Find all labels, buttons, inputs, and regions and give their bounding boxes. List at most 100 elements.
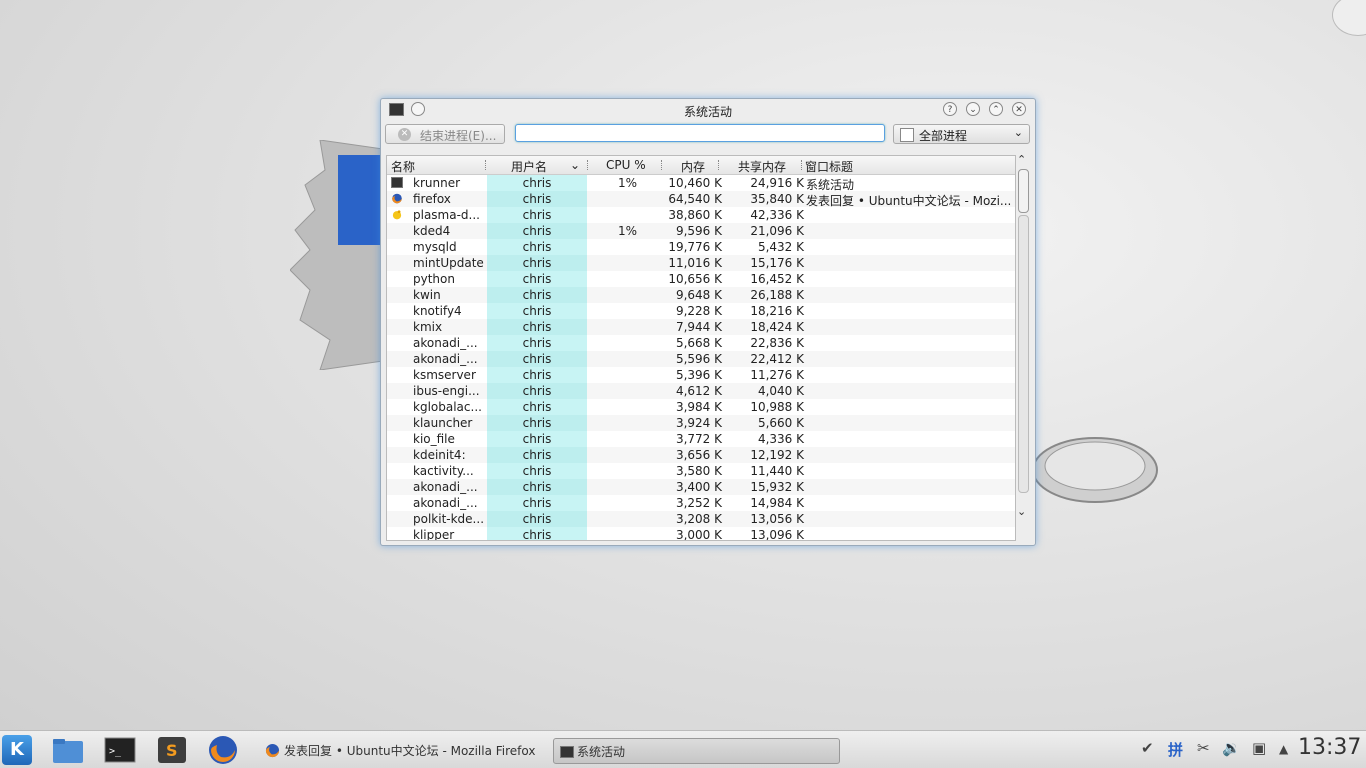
column-separator[interactable]: [718, 160, 720, 170]
process-memory: 9,228 K: [675, 304, 722, 318]
help-button[interactable]: ?: [943, 102, 957, 116]
scroll-up-icon[interactable]: ⌃: [1017, 153, 1026, 166]
volume-icon[interactable]: 🔉: [1222, 739, 1241, 757]
taskbar: K >_ S 发表回复 • Ubuntu中文论坛 - Mozilla Firef…: [0, 730, 1366, 768]
process-name: polkit-kde...: [413, 512, 485, 526]
column-separator[interactable]: [661, 160, 663, 170]
process-user: chris: [487, 207, 587, 223]
scissors-icon[interactable]: ✂: [1197, 739, 1210, 757]
chevron-up-icon[interactable]: ▲: [1279, 742, 1288, 756]
process-name: ibus-engi...: [413, 384, 480, 398]
process-memory: 3,772 K: [675, 432, 722, 446]
process-shared-memory: 5,660 K: [757, 416, 804, 430]
table-row[interactable]: kio_file chris 3,772 K 4,336 K: [387, 431, 1015, 447]
desktop-corner-toolbox[interactable]: [1332, 0, 1366, 36]
process-user: chris: [487, 415, 587, 431]
process-shared-memory: 24,916 K: [750, 176, 804, 190]
process-memory: 3,400 K: [675, 480, 722, 494]
table-row[interactable]: akonadi_... chris 3,252 K 14,984 K: [387, 495, 1015, 511]
task-label: 系统活动: [577, 745, 626, 759]
process-shared-memory: 16,452 K: [750, 272, 804, 286]
process-name: kded4: [413, 224, 451, 238]
table-row[interactable]: akonadi_... chris 5,596 K 22,412 K: [387, 351, 1015, 367]
shield-icon[interactable]: ✔: [1141, 739, 1154, 757]
process-shared-memory: 11,276 K: [750, 368, 804, 382]
process-table[interactable]: 名称 用户名 ⌄ CPU % 内存 共享内存 窗口标题 krunner chris…: [386, 155, 1016, 541]
table-row[interactable]: kded4 chris 1% 9,596 K 21,096 K: [387, 223, 1015, 239]
table-row[interactable]: kactivity... chris 3,580 K 11,440 K: [387, 463, 1015, 479]
table-row[interactable]: kdeinit4: chris 3,656 K 12,192 K: [387, 447, 1015, 463]
vertical-scrollbar[interactable]: ⌃ ⌄: [1016, 153, 1030, 539]
column-separator[interactable]: [587, 160, 589, 170]
firefox-icon[interactable]: [207, 735, 239, 765]
task-label: 发表回复 • Ubuntu中文论坛 - Mozilla Firefox: [284, 744, 536, 758]
process-memory: 19,776 K: [668, 240, 722, 254]
kde-menu-icon[interactable]: K: [2, 735, 32, 765]
task-firefox[interactable]: 发表回复 • Ubuntu中文论坛 - Mozilla Firefox: [260, 738, 550, 764]
process-user: chris: [487, 271, 587, 287]
scrollbar-thumb[interactable]: [1018, 169, 1029, 213]
table-row[interactable]: kglobalac... chris 3,984 K 10,988 K: [387, 399, 1015, 415]
terminal-icon[interactable]: >_: [104, 735, 136, 765]
process-user: chris: [487, 287, 587, 303]
process-memory: 9,596 K: [675, 224, 722, 238]
search-input[interactable]: [515, 124, 885, 142]
table-row[interactable]: akonadi_... chris 3,400 K 15,932 K: [387, 479, 1015, 495]
process-memory: 3,208 K: [675, 512, 722, 526]
table-row[interactable]: plasma-d... chris 38,860 K 42,336 K: [387, 207, 1015, 223]
process-name: akonadi_...: [413, 336, 478, 350]
firefox-icon: [392, 193, 402, 204]
task-system-activity[interactable]: 系统活动: [553, 738, 840, 764]
process-user: chris: [487, 255, 587, 271]
svg-text:S: S: [166, 741, 178, 760]
column-header-cpu[interactable]: CPU %: [606, 158, 646, 172]
process-filter-select[interactable]: 全部进程 ⌄: [893, 124, 1030, 144]
column-header-memory[interactable]: 内存: [681, 158, 705, 175]
sublime-icon[interactable]: S: [156, 735, 188, 765]
process-memory: 3,656 K: [675, 448, 722, 462]
svg-text:>_: >_: [109, 746, 122, 757]
table-row[interactable]: kwin chris 9,648 K 26,188 K: [387, 287, 1015, 303]
process-user: chris: [487, 191, 587, 207]
window-titlebar[interactable]: 系统活动 ? ⌄ ⌃ ✕: [381, 99, 1035, 121]
table-row[interactable]: kmix chris 7,944 K 18,424 K: [387, 319, 1015, 335]
table-row[interactable]: knotify4 chris 9,228 K 18,216 K: [387, 303, 1015, 319]
maximize-button[interactable]: ⌃: [989, 102, 1003, 116]
table-row[interactable]: python chris 10,656 K 16,452 K: [387, 271, 1015, 287]
process-name: mintUpdate: [413, 256, 484, 270]
window-title: 系统活动: [683, 105, 732, 119]
column-header-user[interactable]: 用户名: [511, 158, 547, 175]
column-separator[interactable]: [801, 160, 803, 170]
table-row[interactable]: ksmserver chris 5,396 K 11,276 K: [387, 367, 1015, 383]
table-row[interactable]: firefox chris 64,540 K 35,840 K 发表回复 • Ubunt…: [387, 191, 1015, 208]
table-row[interactable]: mysqld chris 19,776 K 5,432 K: [387, 239, 1015, 255]
column-separator[interactable]: [485, 160, 487, 170]
process-shared-memory: 21,096 K: [750, 224, 804, 238]
clock[interactable]: 13:37: [1298, 735, 1361, 760]
process-name: akonadi_...: [413, 480, 478, 494]
input-method-icon[interactable]: 拼: [1168, 739, 1183, 760]
table-body: krunner chris 1% 10,460 K 24,916 K 系统活动 firefo…: [387, 175, 1015, 540]
process-memory: 3,252 K: [675, 496, 722, 510]
close-button[interactable]: ✕: [1012, 102, 1026, 116]
scroll-down-icon[interactable]: ⌄: [1017, 505, 1026, 518]
table-row[interactable]: ibus-engi... chris 4,612 K 4,040 K: [387, 383, 1015, 399]
process-cpu: 1%: [617, 176, 637, 190]
table-row[interactable]: krunner chris 1% 10,460 K 24,916 K 系统活动: [387, 175, 1015, 192]
table-row[interactable]: akonadi_... chris 5,668 K 22,836 K: [387, 335, 1015, 351]
table-row[interactable]: mintUpdate chris 11,016 K 15,176 K: [387, 255, 1015, 271]
scrollbar-track[interactable]: [1018, 215, 1029, 493]
column-header-window-title[interactable]: 窗口标题: [805, 158, 853, 175]
process-user: chris: [487, 383, 587, 399]
device-notifier-icon[interactable]: ▣: [1252, 739, 1266, 757]
table-row[interactable]: klipper chris 3,000 K 13,096 K: [387, 527, 1015, 540]
kill-process-button[interactable]: ✕ 结束进程(E)...: [385, 124, 505, 144]
process-memory: 4,612 K: [675, 384, 722, 398]
process-memory: 38,860 K: [668, 208, 722, 222]
table-row[interactable]: klauncher chris 3,924 K 5,660 K: [387, 415, 1015, 431]
table-row[interactable]: polkit-kde... chris 3,208 K 13,056 K: [387, 511, 1015, 527]
folder-icon[interactable]: [52, 735, 84, 765]
column-header-name[interactable]: 名称: [391, 158, 415, 175]
column-header-shared-memory[interactable]: 共享内存: [738, 158, 786, 175]
minimize-button[interactable]: ⌄: [966, 102, 980, 116]
